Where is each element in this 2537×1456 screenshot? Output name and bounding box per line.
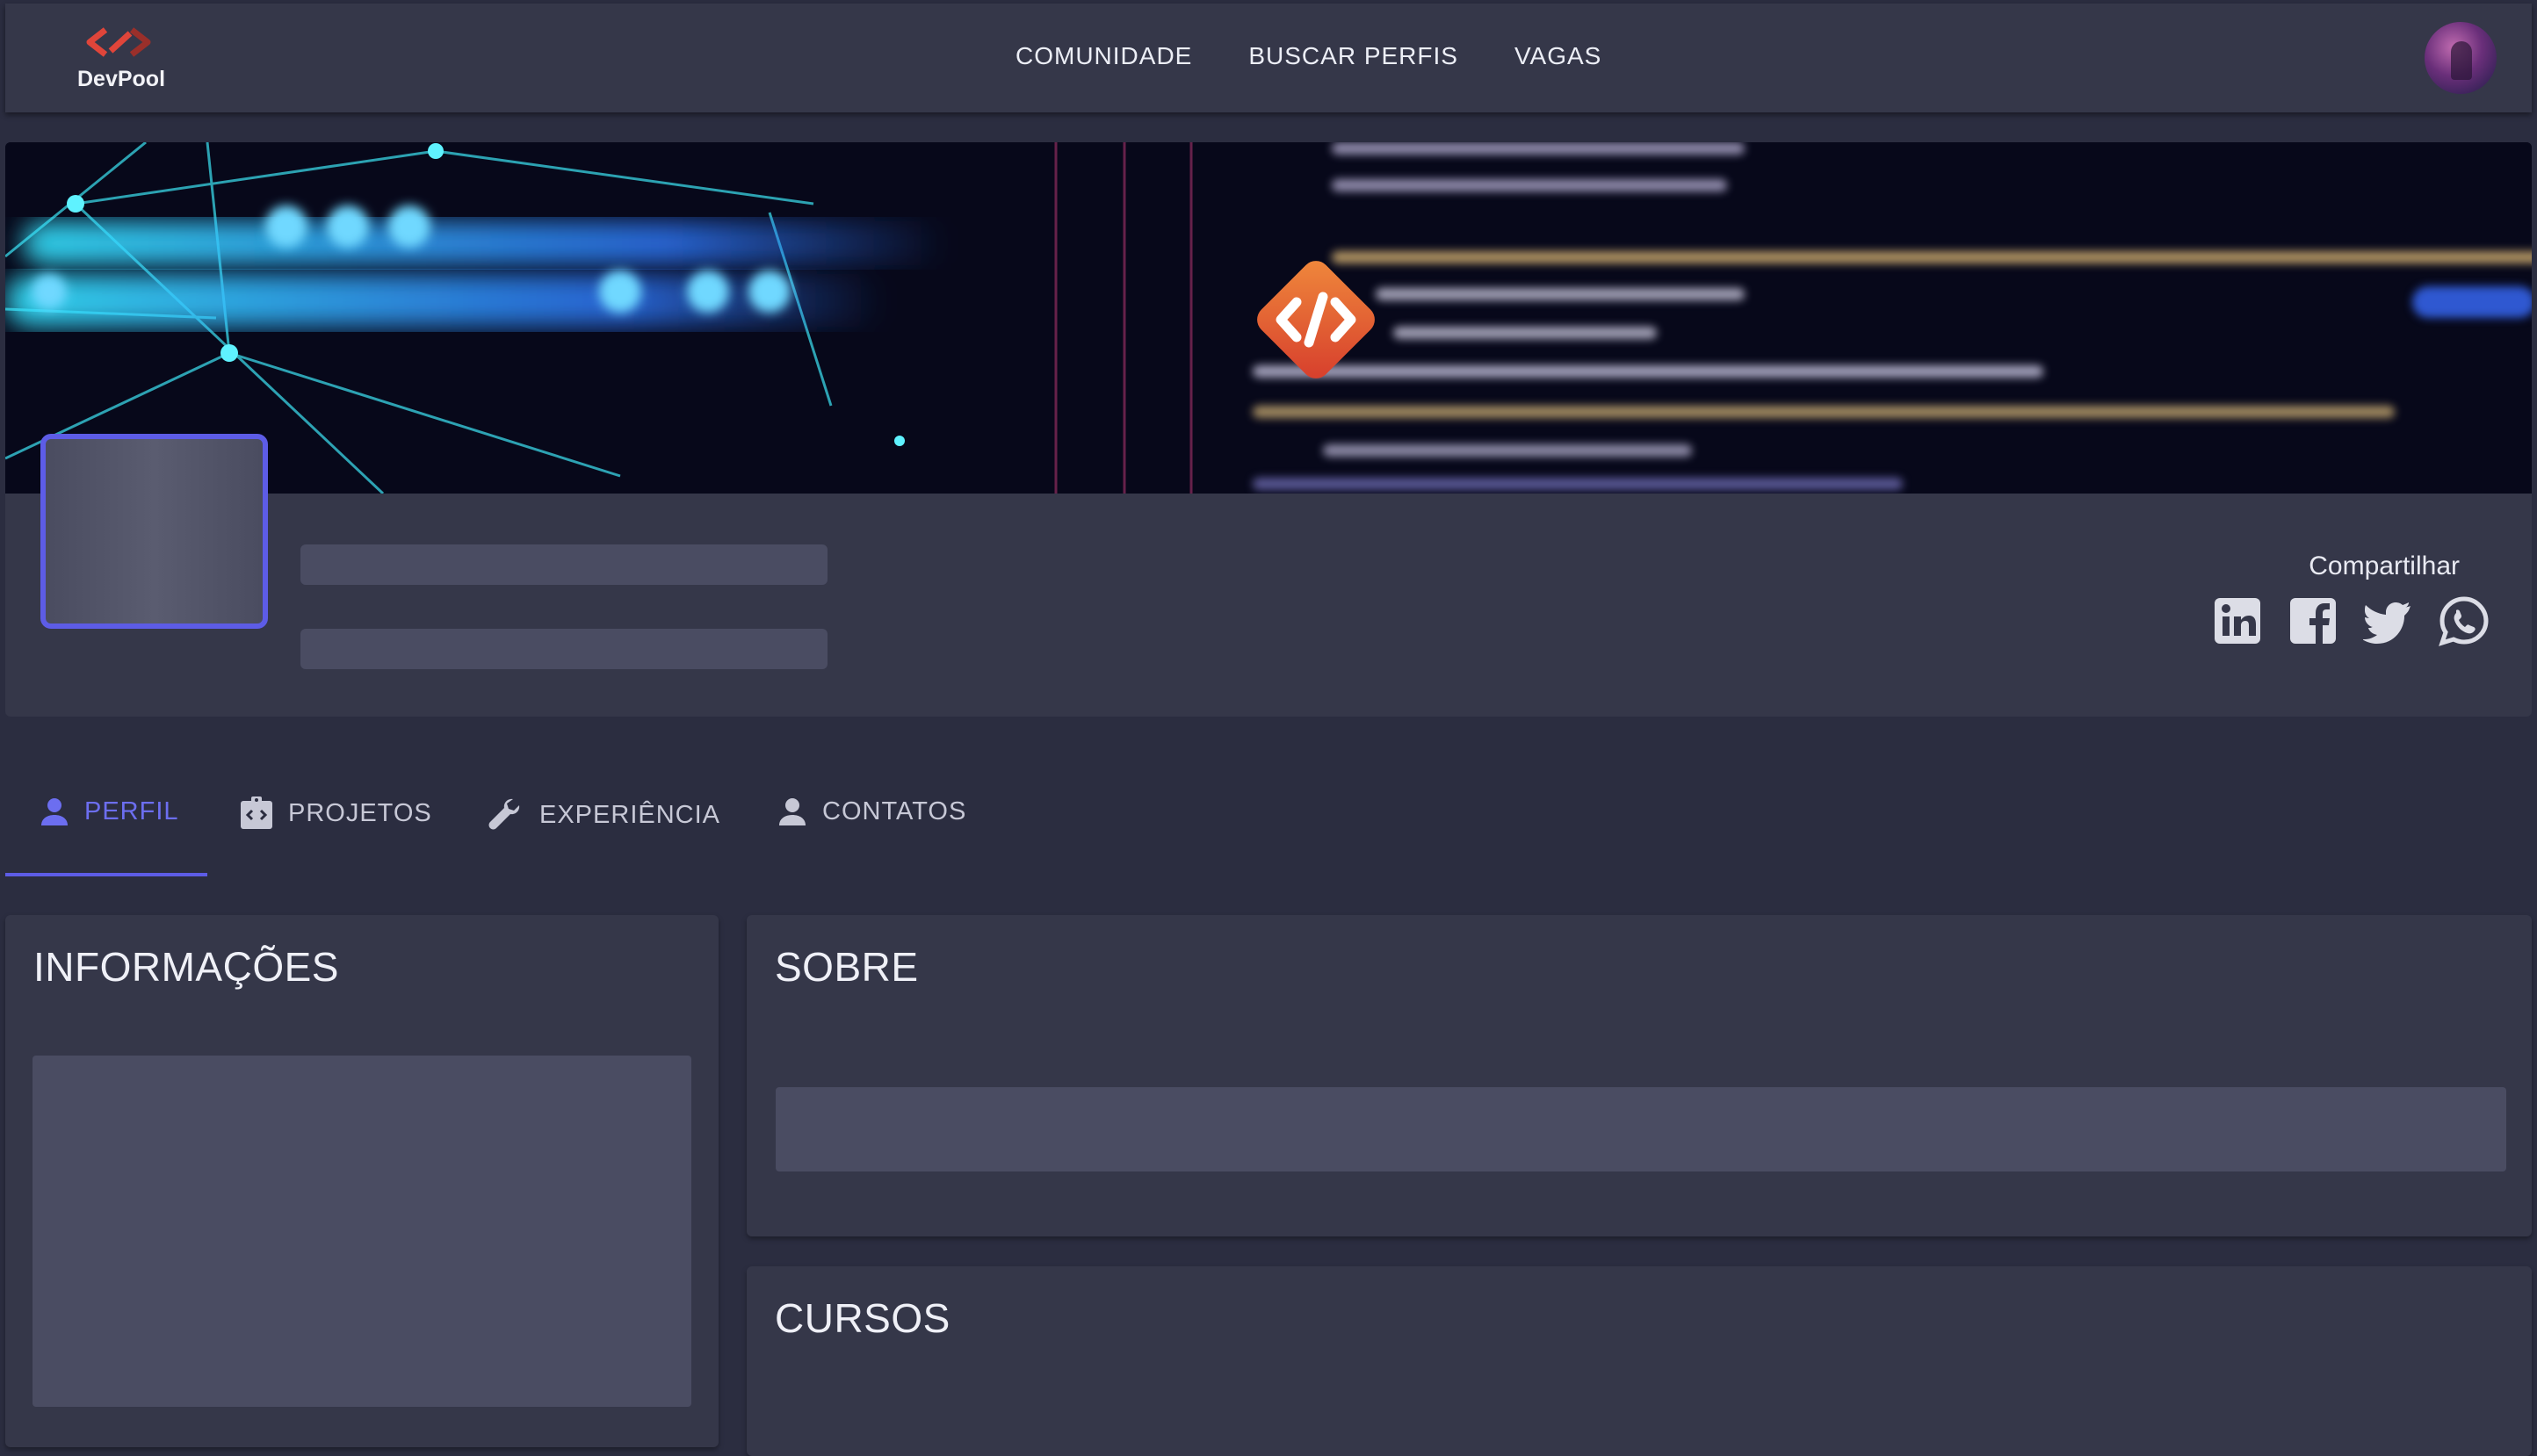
nav-link-comunidade[interactable]: COMUNIDADE [1016,42,1192,70]
devpool-logo-icon [86,27,151,57]
profile-banner [5,142,2532,494]
about-content-skeleton [776,1087,2506,1171]
courses-title: CURSOS [775,1295,950,1341]
user-avatar[interactable] [2425,22,2497,94]
banner-code-background [1253,142,2532,494]
profile-tabs: PERFIL PROJETOS EXPERIÊNCIA CONTATOS [5,760,1059,880]
profile-photo-placeholder[interactable] [40,434,268,629]
linkedin-icon[interactable] [2212,595,2263,646]
nav-link-vagas[interactable]: VAGAS [1514,42,1601,70]
profile-role-skeleton [300,629,828,669]
tab-label: PROJETOS [288,798,432,827]
tab-perfil[interactable]: PERFIL [39,796,179,827]
top-navbar: DevPool COMUNIDADE BUSCAR PERFIS VAGAS [5,4,2532,112]
about-title: SOBRE [775,944,919,990]
nav-link-buscar-perfis[interactable]: BUSCAR PERFIS [1248,42,1458,70]
tab-label: CONTATOS [822,796,967,825]
wrench-icon [488,798,520,830]
whatsapp-icon[interactable] [2439,595,2490,646]
courses-card: CURSOS [747,1266,2532,1456]
tab-experiencia[interactable]: EXPERIÊNCIA [487,796,720,834]
project-badge-icon [241,796,272,829]
devpool-logo[interactable]: DevPool [72,25,170,98]
info-card: INFORMAÇÕES [5,915,719,1447]
person-icon [779,798,806,825]
share-label: Compartilhar [2309,551,2460,580]
code-diamond-icon [1257,261,1375,378]
share-icons [2212,595,2490,646]
logo-text: DevPool [77,67,166,91]
info-title: INFORMAÇÕES [33,944,339,990]
main-nav: COMUNIDADE BUSCAR PERFIS VAGAS [1016,42,1601,70]
profile-name-skeleton [300,544,828,585]
tab-contatos[interactable]: CONTATOS [777,796,966,827]
active-tab-indicator [5,873,207,876]
share-section: Compartilhar [2212,551,2511,657]
person-icon [41,798,68,825]
facebook-icon[interactable] [2288,595,2338,646]
twitter-icon[interactable] [2362,595,2414,646]
profile-header-card: Compartilhar [5,142,2532,717]
tab-label: EXPERIÊNCIA [539,800,720,829]
info-content-skeleton [33,1056,691,1407]
about-card: SOBRE [747,915,2532,1236]
tab-label: PERFIL [84,796,179,825]
tab-projetos[interactable]: PROJETOS [239,796,432,831]
